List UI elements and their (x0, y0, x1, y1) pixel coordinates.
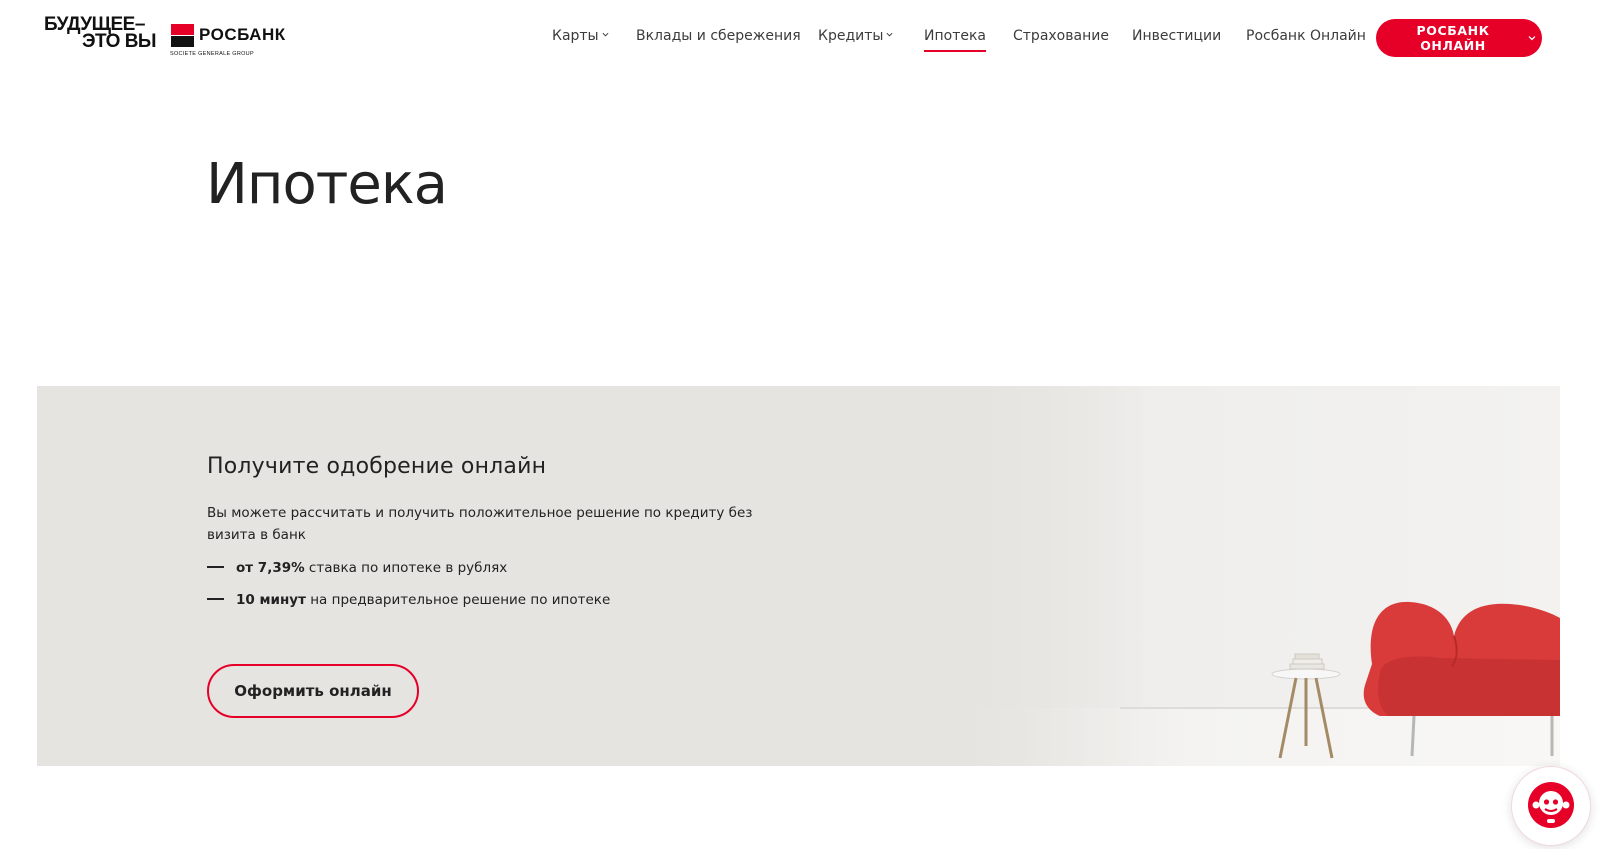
chat-widget-button[interactable] (1511, 766, 1591, 846)
nav-item-label: Вклады и сбережения (636, 28, 801, 44)
nav-item-label: Карты (552, 28, 599, 44)
nav-item-label: Ипотека (924, 28, 986, 44)
chevron-down-icon (1528, 36, 1536, 41)
nav-item-label: Росбанк Онлайн (1246, 28, 1366, 44)
nav-item-deposits[interactable]: Вклады и сбережения (636, 26, 801, 46)
benefit-time-value: 10 минут (236, 592, 306, 608)
benefit-time-text: на предварительное решение по ипотеке (305, 592, 611, 608)
online-approval-banner: Получите одобрение онлайн Вы можете расс… (37, 386, 1560, 766)
banner-heading: Получите одобрение онлайн (207, 454, 547, 479)
nav-item-cards[interactable]: Карты (552, 26, 609, 46)
nav-item-label: Кредиты (818, 28, 884, 44)
nav-item-investments[interactable]: Инвестиции (1132, 26, 1221, 46)
rosbank-online-button-label: РОСБАНК ОНЛАЙН (1416, 23, 1490, 53)
chat-robot-icon (1528, 782, 1574, 828)
chevron-down-icon (602, 32, 609, 37)
banner-description: Вы можете рассчитать и получить положите… (207, 505, 753, 543)
nav-item-label: Страхование (1013, 28, 1109, 44)
living-room-photo (940, 386, 1560, 766)
nav-item-insurance[interactable]: Страхование (1013, 26, 1109, 46)
dash-icon (207, 598, 224, 600)
logo-group-name: SOCIETE GENERALE GROUP (170, 51, 254, 57)
dash-icon (207, 566, 224, 568)
site-header: БУДУЩЕЕ– ЭТО ВЫ РОСБАНК SOCIETE GENERALE… (0, 0, 1605, 80)
nav-item-mortgage[interactable]: Ипотека (924, 26, 986, 52)
benefit-rate: от 7,39% ставка по ипотеке в рублях (207, 560, 507, 576)
benefit-decision-time: 10 минут на предварительное решение по и… (207, 592, 610, 608)
benefit-rate-text: ставка по ипотеке в рублях (304, 560, 508, 576)
nav-item-loans[interactable]: Кредиты (818, 26, 893, 46)
apply-online-button[interactable]: Оформить онлайн (207, 664, 419, 718)
rosbank-online-button[interactable]: РОСБАНК ОНЛАЙН (1376, 19, 1542, 57)
page-title: Ипотека (206, 152, 448, 217)
benefit-rate-value: от 7,39% (236, 560, 305, 576)
nav-item-label: Инвестиции (1132, 28, 1222, 44)
main-nav: Карты Вклады и сбережения Кредиты Ипотек… (0, 26, 1605, 52)
nav-item-rosbank-online[interactable]: Росбанк Онлайн (1246, 26, 1366, 46)
chevron-down-icon (886, 32, 893, 37)
